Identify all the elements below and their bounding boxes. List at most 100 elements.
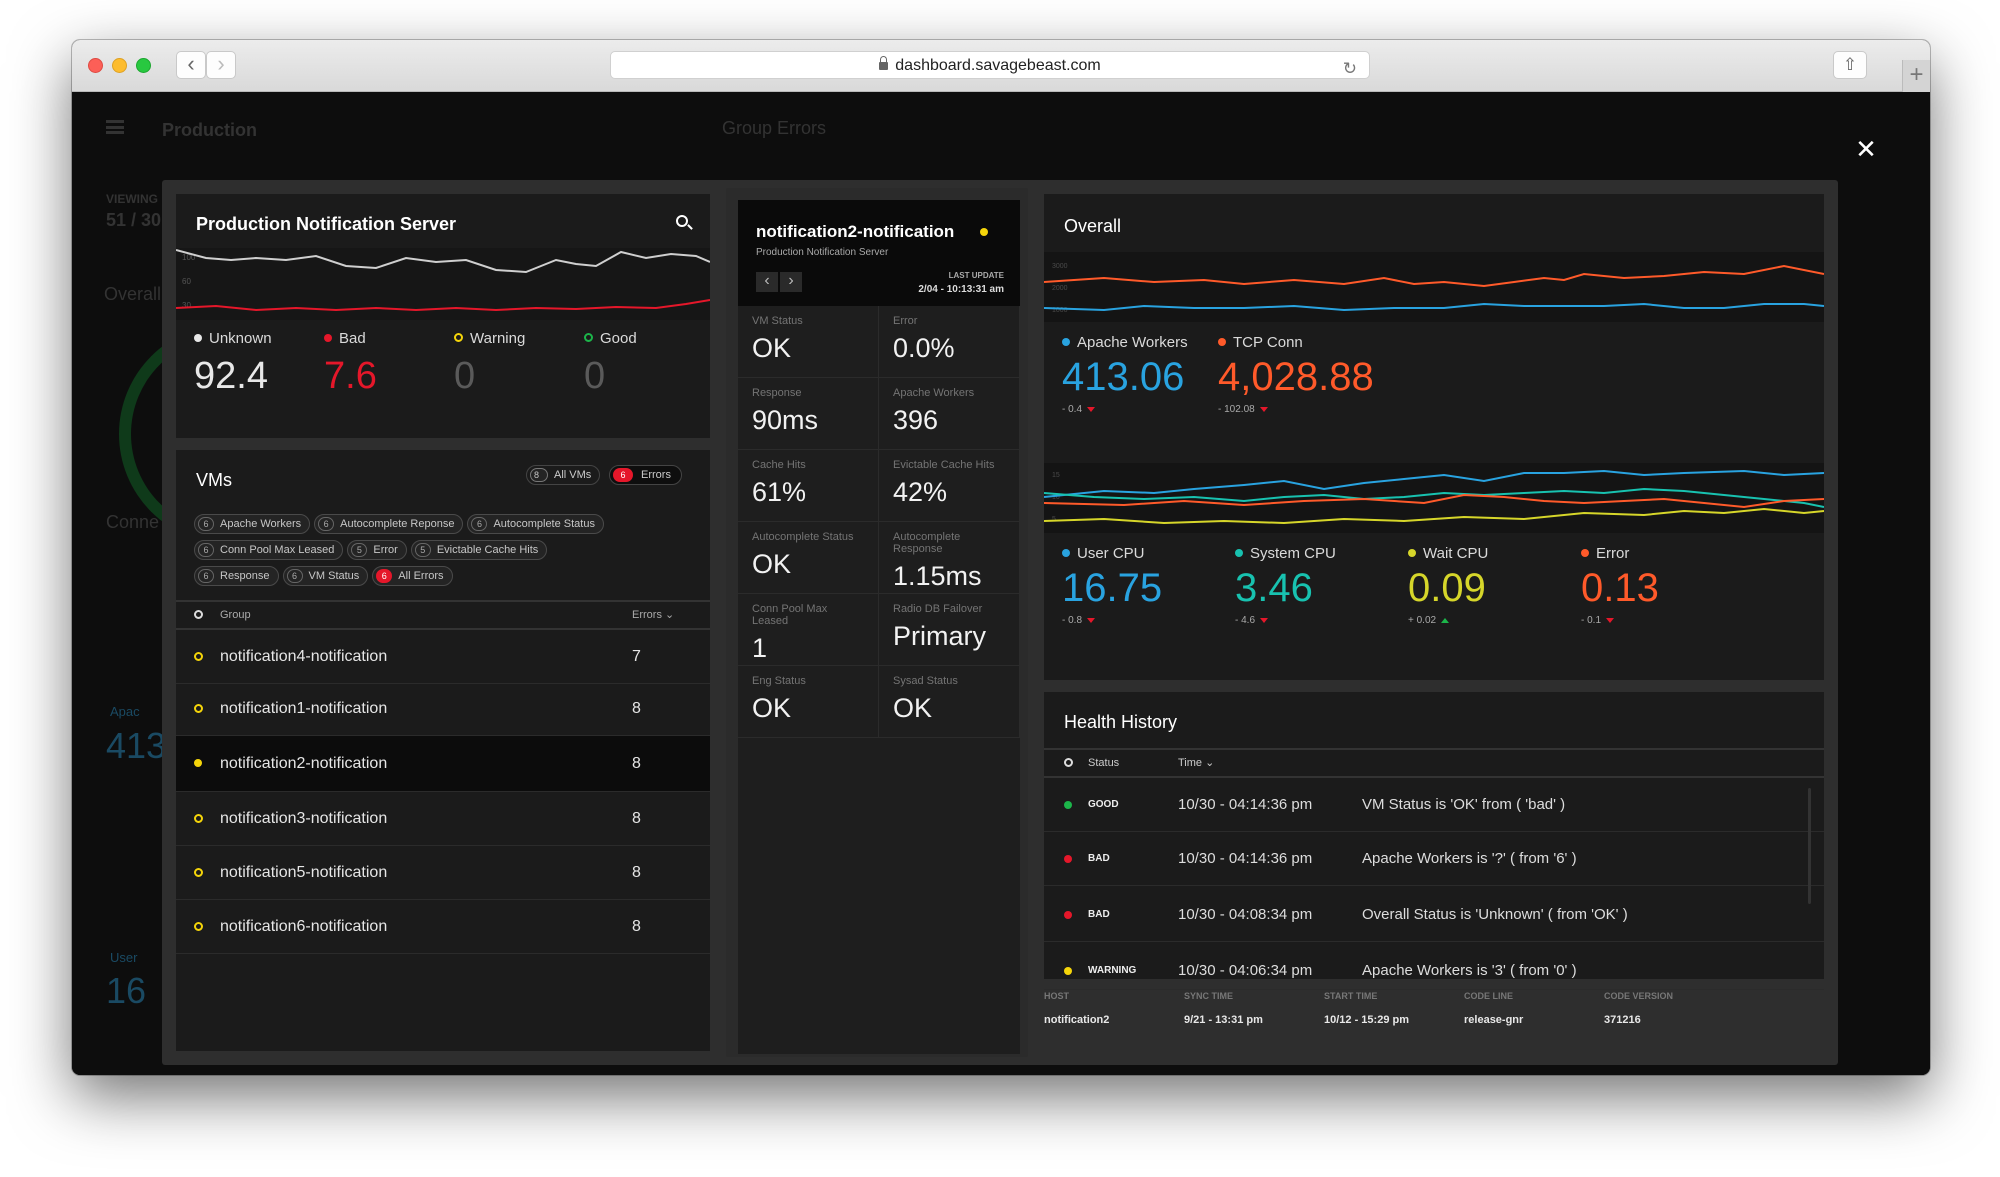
table-row[interactable]: notification5-notification 8 (176, 846, 710, 900)
search-icon-handle (687, 224, 693, 230)
health-row[interactable]: BAD 10/30 - 04:14:36 pm Apache Workers is … (1044, 832, 1824, 886)
metric-value: 0.0% (893, 333, 955, 363)
legend-unknown: Unknown 92.4 (194, 330, 272, 398)
status-icon (194, 759, 202, 767)
ov2-tick-0: 15 (1052, 472, 1060, 479)
share-button[interactable]: ⇧ (1833, 51, 1867, 79)
legend-bad: Bad 7.6 (324, 330, 377, 398)
detail-subtitle: Production Notification Server (756, 247, 889, 258)
metric-label: Wait CPU (1423, 545, 1489, 562)
health-row[interactable]: BAD 10/30 - 04:08:34 pm Overall Status is … (1044, 888, 1824, 942)
footer-label: HOST (1044, 991, 1070, 1001)
legend-text: Good (600, 330, 637, 347)
time-text: 10/30 - 04:14:36 pm (1178, 796, 1313, 813)
metric-label: Response (752, 387, 802, 399)
delta-text: - 0.1 (1581, 615, 1602, 626)
status-dot-icon (1064, 911, 1072, 919)
error-count: 8 (632, 918, 641, 935)
metric-autocomplete-response: Autocomplete Response 1.15ms (879, 522, 1020, 594)
filter-tag[interactable]: 6 Response (194, 566, 279, 586)
filter-tag[interactable]: 6 All Errors (372, 566, 453, 586)
address-bar[interactable]: dashboard.savagebeast.com ↻ (610, 51, 1370, 79)
url-text: dashboard.savagebeast.com (895, 57, 1101, 74)
table-row[interactable]: notification2-notification 8 (176, 736, 710, 792)
new-tab-button[interactable]: + (1902, 60, 1930, 92)
metric-eng-status: Eng Status OK (738, 666, 879, 738)
close-window-button[interactable] (88, 58, 103, 73)
errors-filter[interactable]: 6 Errors (609, 465, 682, 485)
zoom-window-button[interactable] (136, 58, 151, 73)
filter-tag[interactable]: 6 VM Status (282, 566, 369, 586)
bg-user-partial: User (110, 950, 138, 965)
reload-icon[interactable]: ↻ (1343, 55, 1357, 82)
trend-down-icon (1606, 618, 1615, 623)
tag-label: VM Status (308, 570, 360, 582)
metric-sysad-status: Sysad Status OK (879, 666, 1020, 738)
filter-tag[interactable]: 6 Conn Pool Max Leased (194, 540, 344, 560)
footer-value: 371216 (1604, 1014, 1641, 1026)
col-time[interactable]: Time ⌄ (1178, 750, 1214, 776)
footer-sync-time: SYNC TIME 9/21 - 13:31 pm (1184, 991, 1263, 1028)
select-all-radio[interactable] (194, 610, 203, 619)
back-button[interactable]: ‹ (176, 51, 206, 79)
vm-tag-list: 6 Apache Workers 6 Autocomplete Reponse 6 Aut… (194, 514, 694, 592)
table-row[interactable]: notification6-notification 8 (176, 900, 710, 954)
metric-label: Autocomplete Status (752, 531, 854, 543)
close-icon[interactable]: ✕ (1849, 132, 1883, 166)
table-row[interactable]: notification1-notification 8 (176, 682, 710, 736)
filter-tag[interactable]: 6 Autocomplete Reponse (314, 514, 464, 534)
footer-value: 10/12 - 15:29 pm (1324, 1014, 1409, 1026)
delta-text: - 0.4 (1062, 404, 1083, 415)
health-select-all-radio[interactable] (1064, 758, 1073, 767)
table-row[interactable]: notification3-notification 8 (176, 792, 710, 846)
table-row[interactable]: notification4-notification 7 (176, 630, 710, 684)
group-name: notification5-notification (220, 864, 388, 881)
status-icon (194, 922, 203, 931)
all-vms-filter[interactable]: 8 All VMs (526, 465, 601, 485)
metric-cache-hits: Cache Hits 61% (738, 450, 879, 522)
bg-user-value: 16 (106, 970, 147, 1011)
status-dot (980, 228, 988, 236)
metric-autocomplete-status: Autocomplete Status OK (738, 522, 879, 594)
tag-count: 6 (198, 543, 214, 557)
metric-label: Radio DB Failover (893, 603, 983, 615)
filter-tag[interactable]: 5 Error (347, 540, 407, 560)
health-scrollbar[interactable] (1808, 788, 1811, 904)
filter-tag[interactable]: 6 Autocomplete Status (467, 514, 604, 534)
status-icon (194, 652, 203, 661)
legend-dot-icon (194, 334, 202, 342)
filter-tag[interactable]: 6 Apache Workers (194, 514, 311, 534)
metric-value: OK (752, 549, 792, 579)
forward-button[interactable]: › (206, 51, 236, 79)
tag-count: 6 (471, 517, 488, 531)
health-row[interactable]: GOOD 10/30 - 04:14:36 pm VM Status is 'OK'… (1044, 778, 1824, 832)
tag-count: 6 (318, 517, 335, 531)
next-button[interactable]: › (780, 272, 802, 292)
col-status[interactable]: Status (1088, 750, 1119, 776)
series-dot-icon (1062, 549, 1070, 557)
prev-button[interactable]: ‹ (756, 272, 778, 292)
overall-cpu-chart: 15 10 5 (1044, 463, 1824, 533)
time-text: 10/30 - 04:14:36 pm (1178, 850, 1313, 867)
tag-count: 6 (376, 569, 393, 583)
trend-down-icon (1260, 618, 1269, 623)
metric-delta: + 0.02 (1408, 615, 1488, 626)
tag-count: 6 (198, 517, 214, 531)
ov-tick-0: 3000 (1052, 263, 1068, 270)
col-group[interactable]: Group (220, 602, 251, 628)
bg-viewing-value: 51 / 30 (106, 210, 162, 230)
metric-value: 396 (893, 405, 939, 435)
legend-dot-icon (584, 333, 593, 342)
footer-label: CODE LINE (1464, 991, 1514, 1001)
delta-text: - 102.08 (1218, 404, 1255, 415)
metric-value: 0.09 (1408, 566, 1486, 610)
overall-metric-error: Error 0.13 - 0.1 (1581, 545, 1659, 626)
col-errors[interactable]: Errors ⌄ (632, 602, 674, 628)
vms-table-header: Group Errors ⌄ (176, 600, 710, 630)
filter-tag[interactable]: 5 Evictable Cache Hits (410, 540, 548, 560)
metric-label: Evictable Cache Hits (893, 459, 995, 471)
tag-count: 6 (198, 569, 214, 583)
metric-legend: TCP Conn (1218, 334, 1374, 351)
minimize-window-button[interactable] (112, 58, 127, 73)
last-update-value: 2/04 - 10:13:31 am (918, 284, 1004, 295)
